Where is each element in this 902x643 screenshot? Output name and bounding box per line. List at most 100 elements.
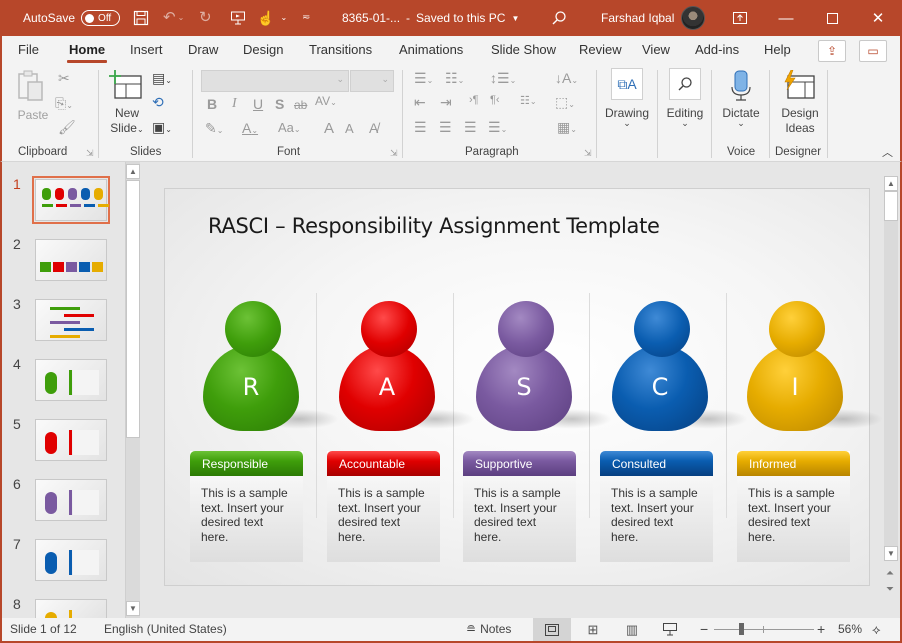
tab-design[interactable]: Design [243, 36, 283, 64]
clipboard-launcher-icon[interactable]: ⇲ [86, 148, 94, 159]
tab-help[interactable]: Help [764, 36, 791, 64]
normal-view-button[interactable] [533, 618, 571, 641]
reading-view-button[interactable]: ▥ [613, 618, 651, 641]
bold-button[interactable]: B [207, 96, 217, 112]
scrollbar-thumb[interactable] [884, 191, 898, 221]
zoom-slider[interactable] [714, 623, 814, 635]
slide-canvas[interactable]: RASCI – Responsibility Assignment Templa… [164, 188, 883, 586]
font-launcher-icon[interactable]: ⇲ [390, 148, 398, 159]
language-indicator[interactable]: English (United States) [104, 618, 227, 641]
autosave-control[interactable]: AutoSave Off [23, 0, 121, 36]
paragraph-launcher-icon[interactable]: ⇲ [584, 148, 592, 159]
person-icon[interactable]: R [203, 301, 339, 431]
slide-scrollbar[interactable]: ▲ ▼ ⏶ ⏷ [883, 162, 898, 618]
thumbnail-scrollbar[interactable]: ▲ ▼ [125, 162, 140, 618]
font-size-combo[interactable]: ⌄ [350, 70, 394, 92]
person-icon[interactable]: S [476, 301, 612, 431]
zoom-out-button[interactable]: − [700, 618, 708, 641]
layout-icon[interactable]: ▤⌄ [152, 70, 172, 87]
slide-thumbnail-7[interactable] [35, 539, 107, 581]
maximize-icon[interactable] [809, 0, 855, 36]
tab-file[interactable]: File [18, 36, 39, 64]
document-title[interactable]: 8365-01-... - Saved to this PC ▼ [342, 0, 519, 36]
font-color-icon[interactable]: A⌄ [242, 120, 258, 136]
tab-animations[interactable]: Animations [399, 36, 463, 64]
scroll-up-icon[interactable]: ▲ [884, 176, 898, 191]
paste-button[interactable]: Paste [16, 70, 50, 130]
ribbon-display-options-icon[interactable] [717, 0, 763, 36]
undo-icon[interactable]: ↶ ⌄ [163, 0, 184, 36]
align-center-icon[interactable]: ☰ [439, 119, 452, 136]
tab-insert[interactable]: Insert [130, 36, 163, 64]
next-slide-icon[interactable]: ⏷ [886, 584, 894, 595]
slide-thumbnail-6[interactable] [35, 479, 107, 521]
person-icon[interactable]: I [747, 301, 883, 431]
font-name-combo[interactable]: ⌄ [201, 70, 349, 92]
align-left-icon[interactable]: ☰ [414, 119, 427, 136]
fit-to-window-icon[interactable]: ⟡ [872, 618, 881, 641]
text-direction-icon[interactable]: ↓A⌄ [555, 70, 578, 86]
section-icon[interactable]: ▣⌄ [152, 119, 172, 136]
slide-thumbnail-8[interactable] [35, 599, 107, 619]
increase-indent-icon[interactable]: ⇥ [440, 94, 452, 111]
text-shadow-button[interactable]: S [275, 96, 284, 112]
tab-home[interactable]: Home [66, 36, 108, 64]
drawing-button[interactable]: ⧉A Drawing ⌄ [604, 68, 650, 138]
copy-icon[interactable]: ⎘⌄ [55, 95, 73, 112]
underline-button[interactable]: U [253, 96, 263, 112]
slide-thumbnail-1[interactable] [32, 176, 110, 224]
tab-draw[interactable]: Draw [188, 36, 218, 64]
role-card[interactable]: Consulted This is a sample text. Insert y… [600, 451, 713, 562]
new-slide-button[interactable]: New Slide⌄ [109, 70, 145, 140]
design-ideas-button[interactable]: Design Ideas [775, 68, 825, 138]
customize-qat-icon[interactable]: ≂ [302, 0, 310, 36]
autosave-toggle[interactable]: Off [81, 10, 121, 26]
line-spacing-icon[interactable]: ↕☰⌄ [490, 70, 516, 87]
scrollbar-thumb[interactable] [126, 180, 140, 438]
highlight-color-icon[interactable]: ✎⌄ [205, 120, 223, 137]
tab-review[interactable]: Review [579, 36, 622, 64]
avatar[interactable] [681, 6, 705, 30]
character-spacing-button[interactable]: AV⌄ [315, 94, 337, 108]
slide-sorter-button[interactable]: ⊞ [574, 618, 612, 641]
tab-add-ins[interactable]: Add-ins [695, 36, 739, 64]
change-case-button[interactable]: Aa⌄ [278, 120, 301, 135]
notes-button[interactable]: ≘ Notes [466, 618, 511, 641]
zoom-slider-thumb[interactable] [739, 623, 745, 635]
editing-button[interactable]: Editing ⌄ [662, 68, 708, 138]
justify-icon[interactable]: ☰⌄ [488, 119, 507, 136]
scroll-down-icon[interactable]: ▼ [884, 546, 898, 561]
slide-show-button[interactable] [651, 618, 689, 641]
zoom-level[interactable]: 56% [838, 618, 862, 641]
touch-mode-icon[interactable]: ☝ ⌄ [257, 0, 287, 36]
role-card[interactable]: Responsible This is a sample text. Insert… [190, 451, 303, 562]
columns-icon[interactable]: ☷⌄ [520, 94, 537, 107]
tab-transitions[interactable]: Transitions [309, 36, 372, 64]
slide-thumbnail-5[interactable] [35, 419, 107, 461]
slide-thumbnail-3[interactable] [35, 299, 107, 341]
tab-slide-show[interactable]: Slide Show [491, 36, 556, 64]
align-text-icon[interactable]: ⬚⌄ [555, 94, 575, 111]
scroll-down-icon[interactable]: ▼ [126, 601, 140, 616]
collapse-ribbon-icon[interactable]: ︿ [882, 144, 893, 160]
reset-icon[interactable]: ⟲ [152, 94, 164, 111]
minimize-icon[interactable]: — [763, 0, 809, 36]
person-icon[interactable]: A [339, 301, 475, 431]
clear-formatting-icon[interactable]: A̸ [369, 120, 378, 136]
slide-thumbnail-4[interactable] [35, 359, 107, 401]
cut-icon[interactable]: ✂ [58, 70, 70, 87]
scroll-up-icon[interactable]: ▲ [126, 164, 140, 179]
comments-icon[interactable]: ▭ [859, 40, 887, 62]
slide-thumbnail-2[interactable] [35, 239, 107, 281]
decrease-indent-icon[interactable]: ⇤ [414, 94, 426, 111]
present-from-start-icon[interactable] [230, 10, 246, 26]
tab-view[interactable]: View [642, 36, 670, 64]
format-painter-icon[interactable]: 🖌 [58, 119, 76, 136]
numbering-icon[interactable]: ☷⌄ [445, 70, 464, 87]
share-icon[interactable]: ⇪ [818, 40, 846, 62]
italic-button[interactable]: I [232, 96, 237, 112]
align-right-icon[interactable]: ☰ [464, 119, 477, 136]
ltr-icon[interactable]: ›¶ [469, 94, 479, 106]
bullets-icon[interactable]: ☰⌄ [414, 70, 433, 87]
smartart-icon[interactable]: ▦⌄ [557, 119, 577, 136]
